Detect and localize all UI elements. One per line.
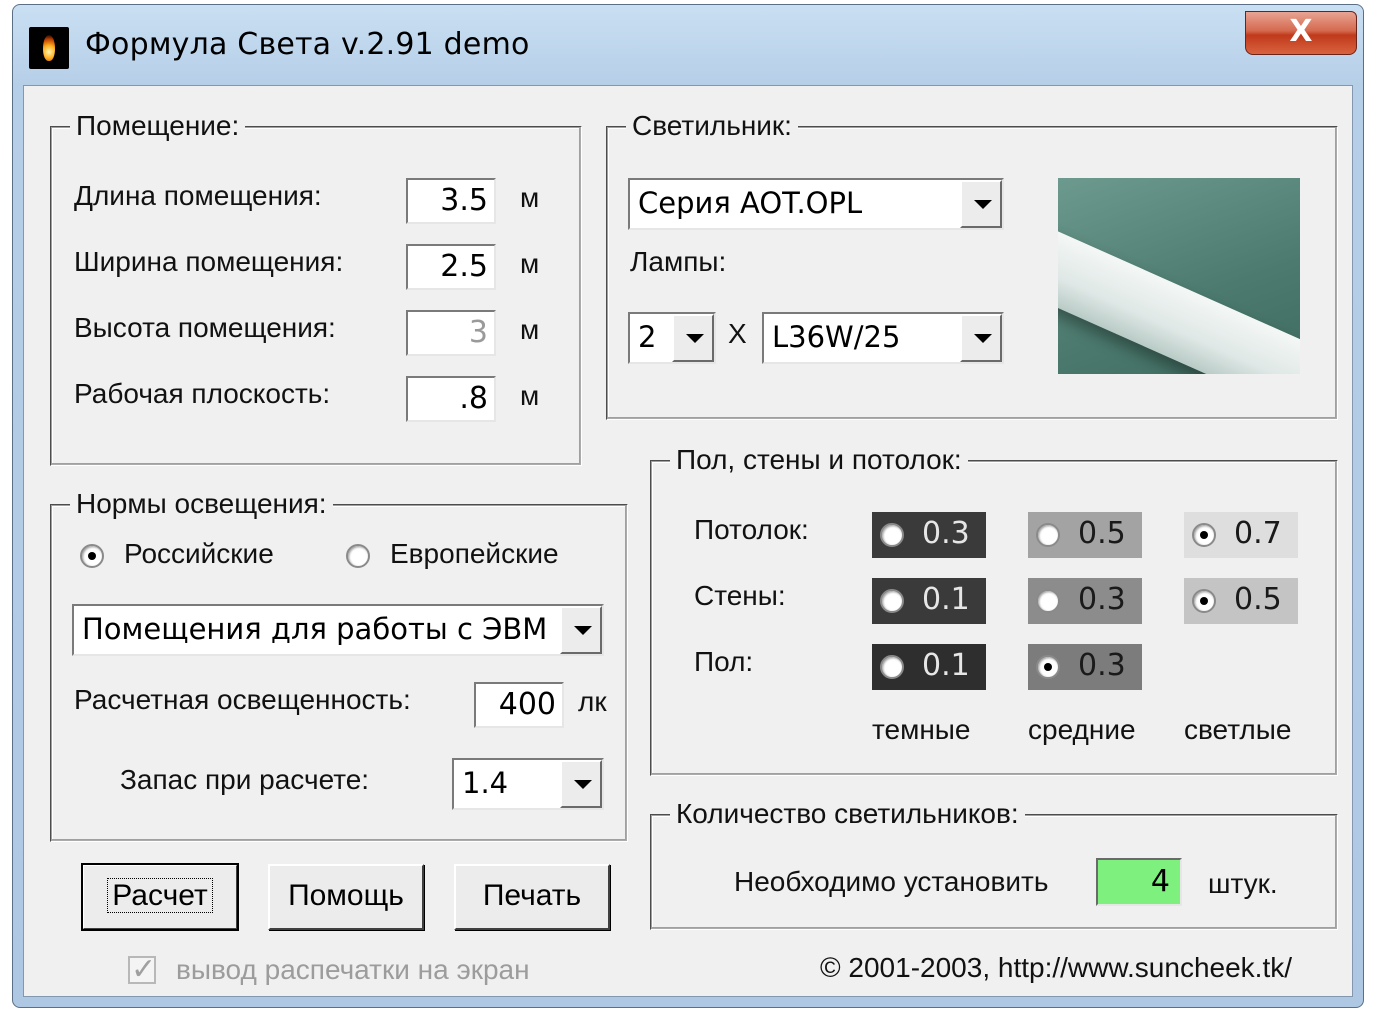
lamp-count-select[interactable]: 2 [628,312,716,364]
print-preview-label[interactable]: вывод распечатки на экран [176,954,530,986]
title-bar[interactable]: Формула Света v.2.91 demo X [13,5,1363,83]
norms-group: Нормы освещения: Российские Европейские … [50,488,628,842]
russian-radio[interactable] [80,544,104,568]
floor-value-mid: 0.3 [1078,648,1126,683]
chevron-down-icon[interactable] [960,180,1002,228]
client-area: Помещение: Длина помещения: 3.5 м Ширина… [23,85,1353,997]
reflectance-group-label: Пол, стены и потолок: [670,444,968,476]
walls-value-mid: 0.3 [1078,582,1126,617]
length-unit: м [520,182,540,213]
room-group-label: Помещение: [70,110,246,142]
chevron-down-icon[interactable] [560,606,602,654]
close-button[interactable]: X [1245,11,1357,55]
print-button[interactable]: Печать [454,864,610,930]
illuminance-input[interactable]: 400 [474,682,564,728]
luminaire-count-output: 4 [1096,858,1182,906]
luminaire-group-label: Светильник: [626,110,798,142]
room-type-select[interactable]: Помещения для работы с ЭВМ [72,604,604,656]
calculate-button[interactable]: Расчет [81,863,239,931]
ceiling-option-light[interactable]: 0.7 [1184,512,1298,558]
reflectance-group: Пол, стены и потолок: Потолок: 0.3 0.5 0… [650,444,1338,776]
walls-option-dark[interactable]: 0.1 [872,578,986,624]
column-light-label: светлые [1184,714,1292,745]
width-input[interactable]: 2.5 [406,244,496,290]
reserve-value: 1.4 [462,766,509,800]
room-type-value: Помещения для работы с ЭВМ [82,612,548,646]
walls-option-mid[interactable]: 0.3 [1028,578,1142,624]
ceiling-label: Потолок: [694,514,809,545]
lamp-count-value: 2 [638,320,657,354]
height-unit: м [520,314,540,345]
walls-radio-light[interactable] [1192,589,1216,613]
candle-app-icon [29,27,69,69]
luminaire-series-select[interactable]: Серия AOT.OPL [628,178,1004,230]
floor-option-dark[interactable]: 0.1 [872,644,986,690]
length-input[interactable]: 3.5 [406,178,496,224]
window-title: Формула Света v.2.91 demo [85,27,530,62]
ceiling-option-mid[interactable]: 0.5 [1028,512,1142,558]
lamps-label: Лампы: [630,246,727,277]
floor-value-dark: 0.1 [922,648,970,683]
height-label: Высота помещения: [74,312,336,343]
lamp-type-value: L36W/25 [772,320,901,354]
width-unit: м [520,248,540,279]
help-button[interactable]: Помощь [268,864,424,930]
app-window: Формула Света v.2.91 demo X Помещение: Д… [12,4,1364,1008]
reserve-select[interactable]: 1.4 [452,758,604,810]
print-preview-checkbox[interactable] [128,952,156,987]
ceiling-radio-light[interactable] [1192,523,1216,547]
floor-label: Пол: [694,646,754,677]
floor-radio-mid[interactable] [1036,655,1060,679]
width-label: Ширина помещения: [74,246,344,277]
luminaire-photo [1058,178,1300,374]
european-label[interactable]: Европейские [390,538,559,570]
russian-label[interactable]: Российские [124,538,274,570]
floor-option-mid[interactable]: 0.3 [1028,644,1142,690]
column-mid-label: средние [1028,714,1136,745]
workplane-input[interactable]: .8 [406,376,496,422]
ceiling-radio-mid[interactable] [1036,523,1060,547]
walls-option-light[interactable]: 0.5 [1184,578,1298,624]
chevron-down-icon[interactable] [560,760,602,808]
norms-group-label: Нормы освещения: [70,488,333,520]
floor-radio-dark[interactable] [880,655,904,679]
chevron-down-icon[interactable] [672,314,714,362]
room-group: Помещение: Длина помещения: 3.5 м Ширина… [50,110,582,466]
height-input[interactable]: 3 [406,310,496,356]
walls-value-dark: 0.1 [922,582,970,617]
length-label: Длина помещения: [74,180,322,211]
walls-radio-mid[interactable] [1036,589,1060,613]
count-group-label: Количество светильников: [670,798,1025,830]
ceiling-option-dark[interactable]: 0.3 [872,512,986,558]
illuminance-label: Расчетная освещенность: [74,684,411,715]
reserve-label: Запас при расчете: [120,764,370,795]
walls-label: Стены: [694,580,786,611]
illuminance-unit: лк [578,686,607,717]
workplane-label: Рабочая плоскость: [74,378,331,409]
workplane-unit: м [520,380,540,411]
need-label: Необходимо установить [734,866,1049,897]
luminaire-series-value: Серия AOT.OPL [638,186,863,220]
times-sign: X [728,318,747,349]
ceiling-value-mid: 0.5 [1078,516,1126,551]
european-radio[interactable] [346,544,370,568]
ceiling-value-light: 0.7 [1234,516,1282,551]
walls-radio-dark[interactable] [880,589,904,613]
count-unit: штук. [1208,868,1278,899]
walls-value-light: 0.5 [1234,582,1282,617]
ceiling-radio-dark[interactable] [880,523,904,547]
column-dark-label: темные [872,714,971,745]
chevron-down-icon[interactable] [960,314,1002,362]
copyright-text: © 2001-2003, http://www.suncheek.tk/ [820,952,1293,983]
calculate-button-label: Расчет [107,878,213,913]
lamp-type-select[interactable]: L36W/25 [762,312,1004,364]
ceiling-value-dark: 0.3 [922,516,970,551]
count-group: Количество светильников: Необходимо уста… [650,798,1338,930]
